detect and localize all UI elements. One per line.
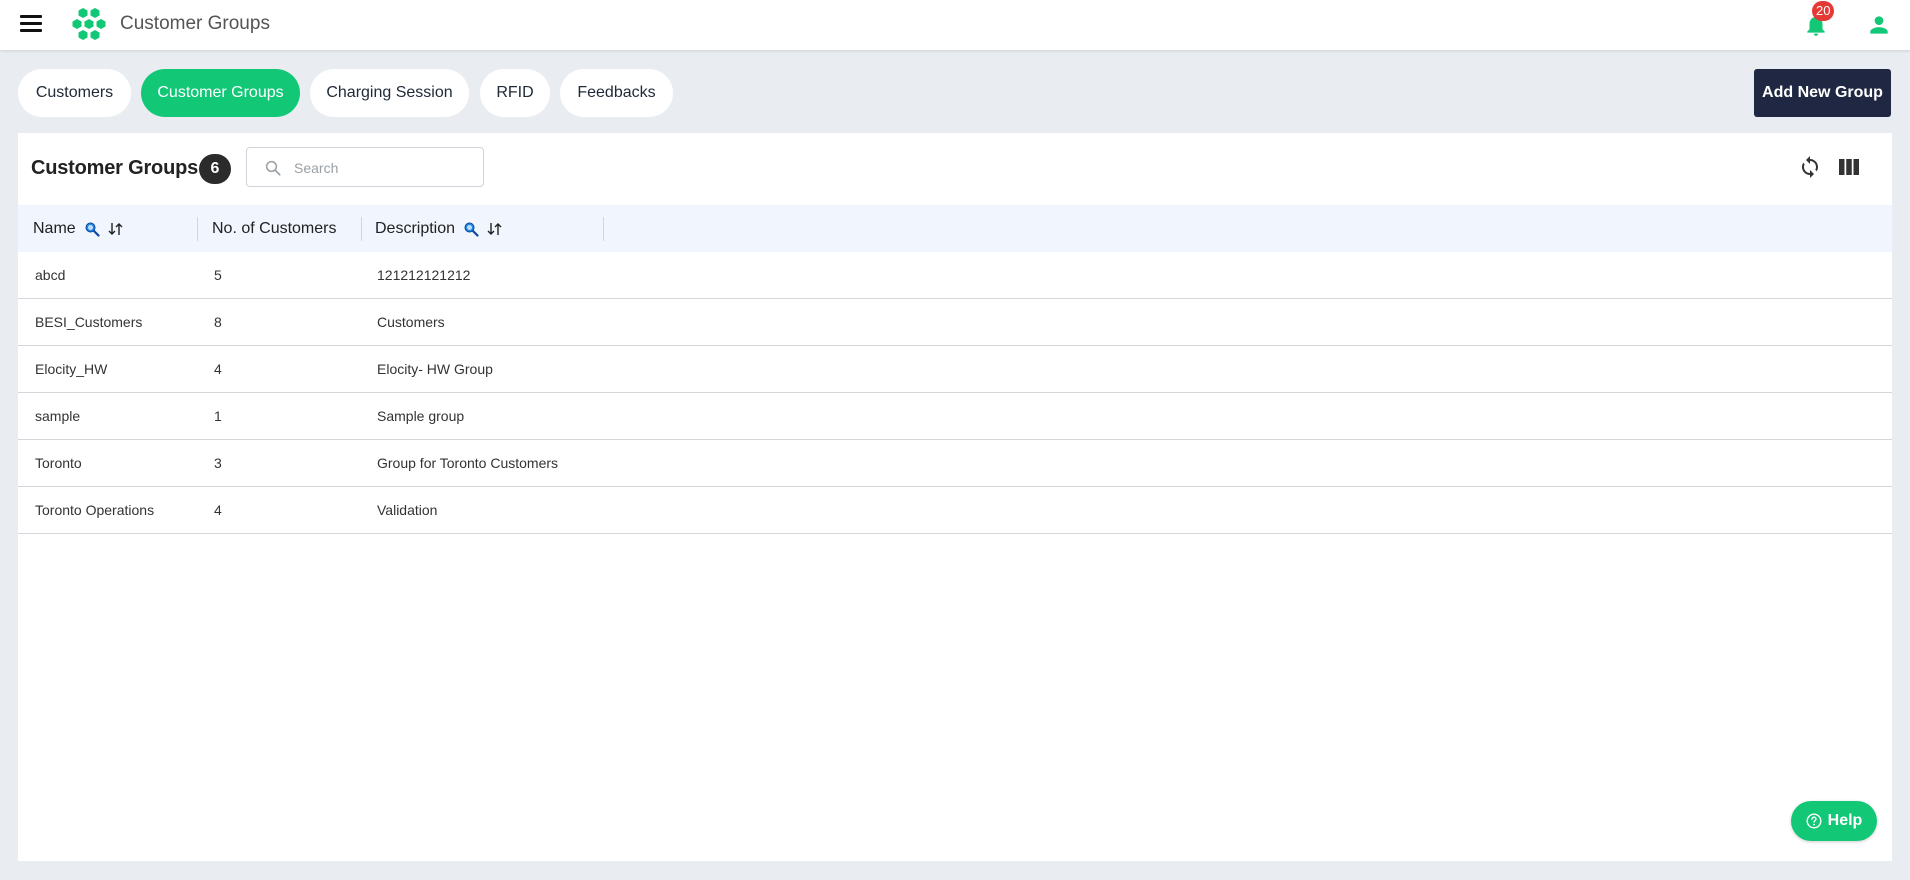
tab-rfid[interactable]: RFID — [480, 69, 550, 117]
tab-charging-session[interactable]: Charging Session — [310, 69, 469, 117]
menu-icon[interactable] — [20, 15, 42, 33]
add-new-group-button[interactable]: Add New Group — [1754, 69, 1891, 117]
cell-name: Toronto Operations — [35, 502, 155, 518]
hexagon-logo — [72, 8, 106, 40]
help-label: Help — [1827, 812, 1863, 829]
notification-badge: 20 — [1812, 1, 1835, 21]
search-icon — [265, 160, 281, 176]
cell-count: 4 — [214, 361, 222, 377]
cell-name: Elocity_HW — [35, 361, 108, 377]
help-icon — [1806, 813, 1822, 829]
search-box — [246, 147, 484, 187]
cell-description: Customers — [377, 314, 445, 330]
table-row[interactable]: abcd 5 121212121212 — [18, 252, 1892, 299]
column-separator — [361, 217, 362, 241]
column-description-label: Description — [375, 219, 456, 237]
columns-icon[interactable] — [1838, 157, 1860, 177]
table-header: Name No. of Customers Description — [18, 205, 1892, 252]
page-title: Customer Groups — [120, 13, 270, 34]
count-badge: 6 — [199, 154, 231, 184]
cell-description: Sample group — [377, 408, 465, 424]
customer-groups-panel: Customer Groups 6 Name No. of Customers — [18, 133, 1892, 861]
cell-count: 5 — [214, 267, 222, 283]
cell-description: Elocity- HW Group — [377, 361, 493, 377]
help-button[interactable]: Help — [1791, 801, 1877, 841]
table-row[interactable]: BESI_Customers 8 Customers — [18, 299, 1892, 346]
column-name-label: Name — [33, 219, 76, 237]
cell-name: Toronto — [35, 455, 82, 471]
table-row[interactable]: Toronto Operations 4 Validation — [18, 487, 1892, 534]
table-row[interactable]: Toronto 3 Group for Toronto Customers — [18, 440, 1892, 487]
refresh-icon[interactable] — [1798, 155, 1822, 179]
tab-feedbacks[interactable]: Feedbacks — [560, 69, 673, 117]
column-header-count: No. of Customers — [212, 205, 336, 252]
tab-customers[interactable]: Customers — [18, 69, 131, 117]
user-icon[interactable] — [1866, 12, 1892, 38]
table-row[interactable]: sample 1 Sample group — [18, 393, 1892, 440]
cell-count: 1 — [214, 408, 222, 424]
cell-description: Group for Toronto Customers — [377, 455, 559, 471]
cell-name: sample — [35, 408, 81, 424]
cell-description: Validation — [377, 502, 438, 518]
cell-description: 121212121212 — [377, 267, 471, 283]
tab-customer-groups[interactable]: Customer Groups — [141, 69, 300, 117]
cell-count: 4 — [214, 502, 222, 518]
column-separator — [197, 217, 198, 241]
cell-count: 3 — [214, 455, 222, 471]
filter-search-icon[interactable] — [84, 221, 100, 237]
column-header-name: Name — [33, 205, 124, 252]
cell-count: 8 — [214, 314, 222, 330]
cell-name: BESI_Customers — [35, 314, 143, 330]
column-separator — [603, 217, 604, 241]
top-bar: Customer Groups 20 — [0, 0, 1910, 50]
sort-icon[interactable] — [487, 222, 503, 236]
column-count-label: No. of Customers — [212, 219, 337, 237]
cell-name: abcd — [35, 267, 66, 283]
table-row[interactable]: Elocity_HW 4 Elocity- HW Group — [18, 346, 1892, 393]
filter-search-icon[interactable] — [463, 221, 479, 237]
sort-icon[interactable] — [108, 222, 124, 236]
panel-title: Customer Groups — [31, 157, 199, 179]
column-header-description: Description — [375, 205, 503, 252]
search-input[interactable] — [292, 156, 476, 180]
